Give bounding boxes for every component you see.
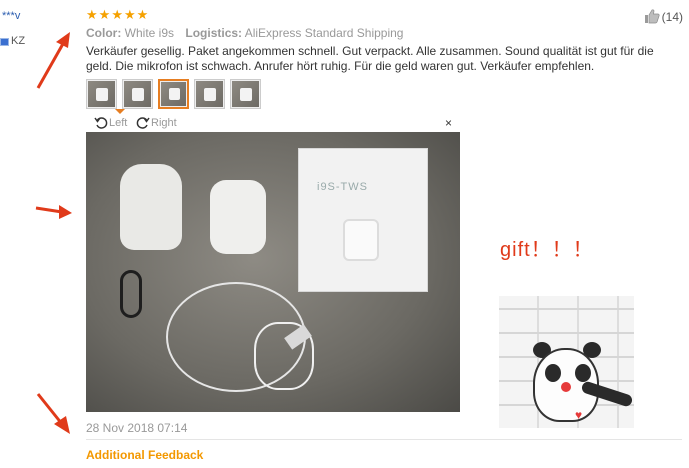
review-date: 28 Nov 2018 07:14 [86, 421, 188, 435]
rotate-left-button[interactable]: Left [94, 116, 127, 130]
color-label: Color: [86, 26, 122, 40]
logistics-value: AliExpress Standard Shipping [244, 26, 404, 40]
arrow-icon [35, 205, 72, 219]
rotate-right-icon [136, 117, 150, 129]
photo-thumbnail[interactable] [122, 79, 153, 109]
silicone-case-image [120, 164, 182, 250]
country-flag-icon [0, 38, 9, 46]
photo-thumbnail-active[interactable] [158, 79, 189, 109]
charging-case-image [210, 180, 266, 254]
reviewer-country: KZ [11, 35, 26, 47]
star-icon: ★ [111, 7, 123, 22]
helpful-count: (14) [661, 9, 683, 24]
heart-icon: ♥ [575, 408, 583, 422]
photo-thumbnail[interactable] [230, 79, 261, 109]
product-box-image: i9S-TWS [298, 148, 428, 292]
photo-viewer: Left Right × i9S-TWS [86, 116, 460, 412]
review-text: Verkäufer gesellig. Paket angekommen sch… [86, 44, 654, 73]
review-meta: Color: White i9s Logistics: AliExpress S… [86, 26, 411, 40]
rotate-left-icon [94, 117, 108, 129]
rotate-right-button[interactable]: Right [136, 116, 177, 130]
color-value: White i9s [124, 26, 175, 40]
rotate-right-label: Right [151, 117, 177, 129]
photo-thumbnail[interactable] [194, 79, 225, 109]
star-icon: ★ [98, 7, 111, 22]
review-photo: i9S-TWS [86, 132, 460, 412]
carabiner-image [120, 270, 142, 318]
helpful-button[interactable]: (14) [644, 9, 683, 24]
photo-thumbnails [86, 79, 261, 109]
arrow-icon [36, 32, 70, 89]
active-thumbnail-caret [115, 109, 125, 114]
reviewer-name: ***v [2, 10, 21, 22]
rotate-left-label: Left [109, 117, 128, 129]
thumbs-up-icon [644, 9, 660, 24]
star-icon: ★ [123, 7, 136, 22]
panda-sticker-image: ♥ [499, 296, 634, 428]
close-icon[interactable]: × [445, 116, 452, 130]
rating-stars: ★ ★ ★ ★ ★ [86, 8, 148, 21]
viewer-toolbar: Left Right × [86, 116, 460, 132]
gift-sticker-text: gift！！！ [500, 239, 594, 261]
additional-feedback-link[interactable]: Additional Feedback [86, 448, 203, 462]
arrow-icon [36, 393, 70, 434]
star-icon: ★ [86, 7, 98, 22]
product-box-label: i9S-TWS [317, 181, 368, 193]
divider [86, 439, 682, 440]
photo-thumbnail[interactable] [86, 79, 117, 109]
logistics-label: Logistics: [185, 26, 243, 40]
star-icon: ★ [136, 7, 149, 22]
